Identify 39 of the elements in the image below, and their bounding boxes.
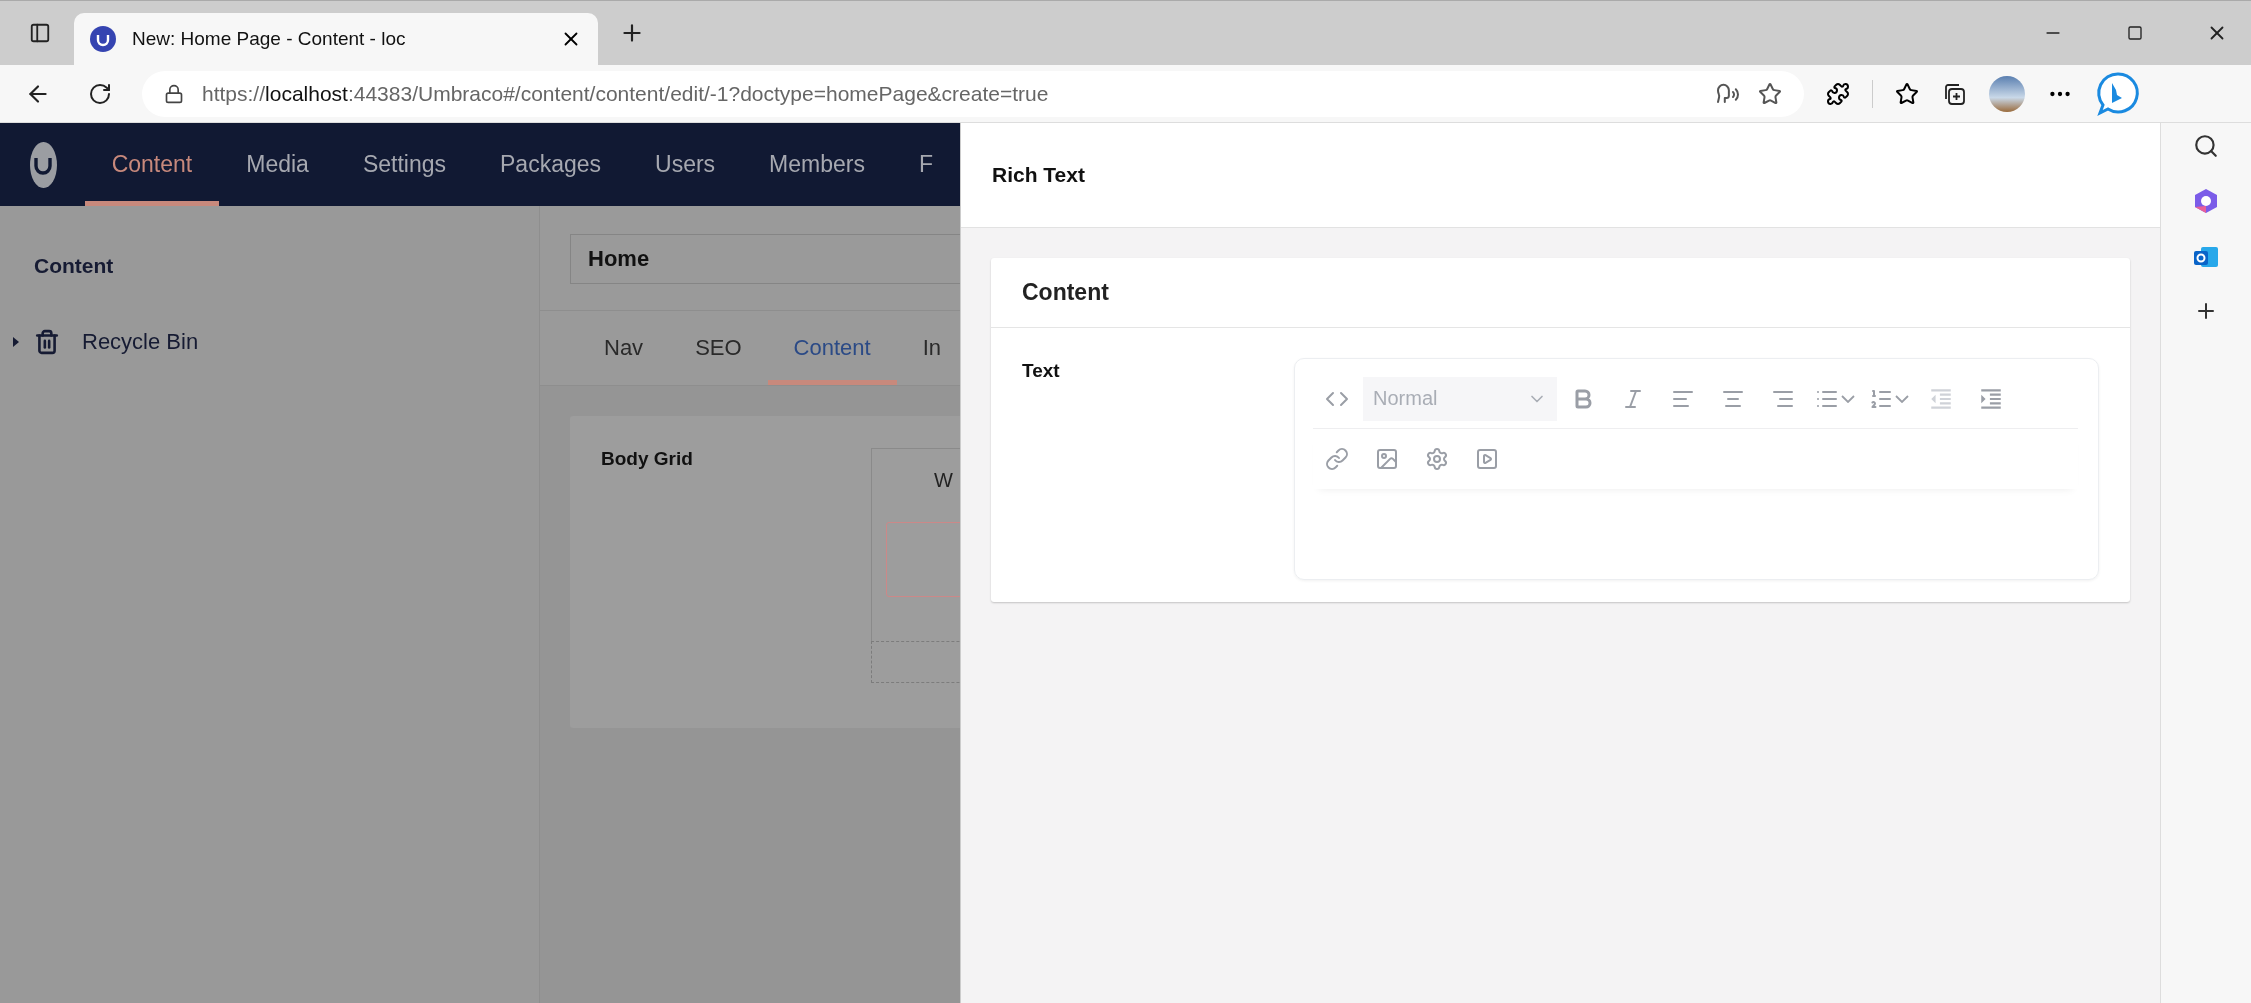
umbraco-logo[interactable] [30, 141, 57, 188]
copilot-icon[interactable] [2192, 187, 2220, 215]
url-text: https://localhost:44383/Umbraco#/content/content/edit/-1?doctype=homePage&create=true [202, 81, 1050, 106]
link-icon [1325, 446, 1349, 471]
nav-item[interactable]: Media [219, 123, 336, 206]
nav-item[interactable]: F [891, 123, 960, 206]
favorites-icon[interactable] [1895, 81, 1919, 106]
nav-item[interactable]: Settings [335, 123, 473, 206]
trash-icon [34, 329, 60, 355]
nav-item[interactable]: Members [742, 123, 892, 206]
chevron-down-icon [1841, 394, 1855, 403]
nav-item[interactable]: Packages [473, 123, 628, 206]
grid-text: W [934, 469, 953, 492]
group-title: Content [991, 258, 2130, 328]
panel-title: Rich Text [961, 123, 2160, 228]
nav-item[interactable]: Users [628, 123, 743, 206]
property-label: Body Grid [601, 448, 694, 471]
tab-title: New: Home Page - Content - loc [132, 28, 407, 50]
read-aloud-icon[interactable] [1716, 81, 1740, 106]
search-icon[interactable] [2193, 133, 2219, 159]
profile-avatar[interactable] [1989, 75, 2025, 112]
extensions-icon[interactable] [1826, 81, 1850, 106]
editor-tab[interactable]: SEO [669, 311, 768, 385]
editor-tab[interactable]: Nav [578, 311, 670, 385]
gear-icon [1425, 446, 1449, 471]
add-favorite-icon[interactable] [1758, 81, 1782, 106]
address-bar[interactable]: https://localhost:44383/Umbraco#/content/content/edit/-1?doctype=homePage&create=true [142, 70, 1804, 117]
property-label: Text [1022, 359, 1061, 383]
site-logo-icon [90, 26, 116, 52]
play-icon [1475, 446, 1499, 471]
tree-item[interactable]: Recycle Bin [82, 329, 199, 355]
image-icon [1375, 446, 1399, 471]
chevron-down-icon [1895, 394, 1909, 403]
tree-title: Content [33, 253, 115, 279]
chat-bubble-icon[interactable] [2095, 70, 2141, 117]
lock-icon [164, 83, 184, 104]
name-field[interactable]: Home [570, 234, 960, 284]
browser-tab[interactable]: New: Home Page - Content - loc [74, 13, 598, 65]
editor-tab[interactable]: In [896, 311, 960, 385]
